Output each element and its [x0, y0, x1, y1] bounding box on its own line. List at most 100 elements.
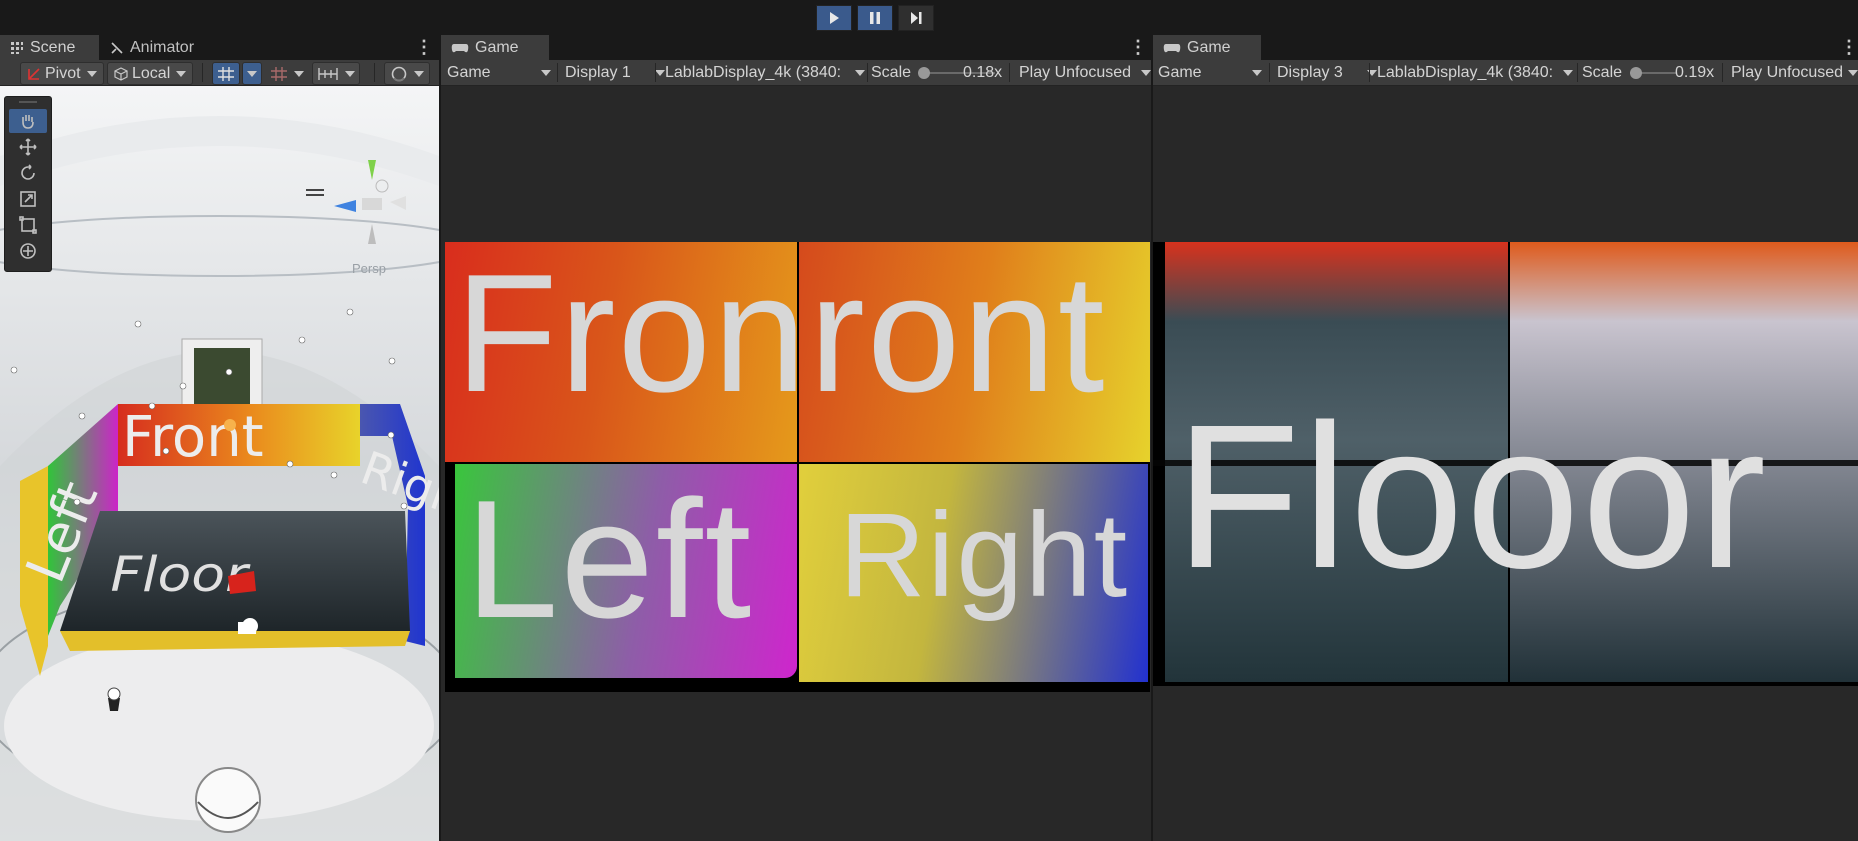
- game1-more-icon[interactable]: ⋮: [1129, 37, 1147, 58]
- gamepad-icon: [451, 43, 469, 52]
- game2-viewport[interactable]: Flooor: [1153, 86, 1858, 841]
- scale-tool[interactable]: [9, 187, 47, 211]
- tab-animator[interactable]: Animator: [100, 35, 204, 60]
- cube-icon: [114, 66, 128, 81]
- orientation-gizmo[interactable]: [330, 158, 410, 248]
- tab-animator-label: Animator: [130, 38, 195, 56]
- rect-tool[interactable]: [9, 213, 47, 237]
- game2-resolution-label: LablabDisplay_4k (3840:: [1377, 63, 1554, 81]
- play-toolbar: [0, 0, 1858, 35]
- increment-snap-icon: [271, 66, 287, 81]
- pivot-dropdown[interactable]: Pivot: [20, 62, 104, 85]
- axis-gizmo-icon: [334, 160, 406, 244]
- game-pane-2: Game ⋮ Game Display 3 LablabDisplay_4k (…: [1153, 35, 1858, 841]
- camera-gizmo-icon: [238, 622, 256, 634]
- game2-display-dropdown[interactable]: Display 3: [1277, 60, 1377, 85]
- rotate-tool[interactable]: [9, 161, 47, 185]
- grid-snap-toggle[interactable]: [212, 62, 240, 85]
- gamepad-icon: [1163, 43, 1181, 52]
- game1-resolution-dropdown[interactable]: LablabDisplay_4k (3840:: [665, 60, 865, 85]
- play-icon: [830, 12, 839, 24]
- game2-scale-slider[interactable]: [1629, 67, 1642, 79]
- align-icon: [318, 67, 338, 80]
- game1-tabstrip: Game ⋮: [441, 35, 1151, 60]
- scene-toolbar: Pivot Local: [0, 60, 439, 86]
- game2-playmode-label: Play Unfocused: [1731, 63, 1844, 81]
- tile-front-right: ront: [799, 242, 1150, 462]
- hand-icon: [22, 115, 34, 129]
- tab-game-2[interactable]: Game: [1153, 35, 1261, 60]
- step-button[interactable]: [898, 5, 934, 31]
- grid-snap-icon: [218, 66, 234, 81]
- tile-right-text: Right: [839, 488, 1130, 622]
- pivot-label: Pivot: [45, 64, 81, 82]
- game2-scale-value: 0.19x: [1675, 63, 1715, 81]
- transform-icon: [20, 243, 36, 259]
- tile-left: Left: [455, 464, 797, 678]
- scene-floor-label: Floor: [110, 547, 250, 603]
- draw-mode-dropdown[interactable]: [384, 62, 430, 85]
- game1-playmode-label: Play Unfocused: [1019, 63, 1132, 81]
- game1-viewport[interactable]: Fron ront Left Right: [441, 86, 1151, 841]
- game1-playmode-dropdown[interactable]: Play Unfocused: [1019, 60, 1151, 85]
- game1-render: Fron ront Left Right: [445, 242, 1150, 692]
- game2-toolbar: Game Display 3 LablabDisplay_4k (3840: S…: [1153, 60, 1858, 86]
- tab-game-1-label: Game: [475, 38, 519, 56]
- game2-resolution-dropdown[interactable]: LablabDisplay_4k (3840:: [1377, 60, 1573, 85]
- scene-pane: Scene Animator ⋮ Pivot Local Front Right…: [0, 35, 439, 841]
- scene-tabstrip: Scene Animator ⋮: [0, 35, 439, 60]
- game2-tabstrip: Game ⋮: [1153, 35, 1858, 60]
- step-icon: [911, 12, 922, 24]
- tile-front-right-text: ront: [809, 242, 1107, 427]
- game1-resolution-label: LablabDisplay_4k (3840:: [665, 63, 842, 81]
- hand-tool[interactable]: [9, 109, 47, 133]
- grid-snap-dropdown[interactable]: [242, 62, 262, 85]
- local-dropdown[interactable]: Local: [107, 62, 194, 85]
- sphere-icon: [391, 66, 407, 82]
- sun-icon: [224, 419, 236, 431]
- align-dropdown[interactable]: [312, 62, 360, 85]
- game2-render: Flooor: [1153, 242, 1858, 686]
- game-pane-1: Game ⋮ Game Display 1 LablabDisplay_4k (…: [441, 35, 1151, 841]
- scene-front-label: Front: [122, 405, 264, 470]
- move-tool[interactable]: [9, 135, 47, 159]
- increment-snap-toggle[interactable]: [265, 62, 309, 85]
- pivot-icon: [28, 67, 40, 80]
- tile-front-left: Fron: [445, 242, 797, 462]
- scene-more-icon[interactable]: ⋮: [415, 37, 433, 58]
- tab-scene[interactable]: Scene: [0, 35, 99, 60]
- tile-front-left-text: Fron: [455, 242, 797, 427]
- game1-scale-value: 0.18x: [963, 63, 1003, 81]
- tab-game-2-label: Game: [1187, 38, 1231, 56]
- tile-right: Right: [799, 464, 1148, 682]
- pause-icon: [870, 12, 880, 24]
- game2-playmode-dropdown[interactable]: Play Unfocused: [1731, 60, 1858, 85]
- move-icon: [19, 138, 37, 156]
- game2-scale-label: Scale: [1582, 63, 1623, 81]
- grid-icon: [11, 41, 23, 54]
- rotate-icon: [21, 164, 35, 180]
- game2-more-icon[interactable]: ⋮: [1840, 37, 1858, 58]
- pause-button[interactable]: [857, 5, 893, 31]
- game1-toolbar: Game Display 1 LablabDisplay_4k (3840: S…: [441, 60, 1151, 86]
- tool-palette: [4, 96, 52, 272]
- play-button[interactable]: [816, 5, 852, 31]
- persp-label[interactable]: Persp: [352, 261, 386, 276]
- game1-mode-dropdown[interactable]: Game: [447, 60, 551, 85]
- scene-viewport[interactable]: Front Right Left Floor Persp: [0, 86, 439, 841]
- game2-mode-dropdown[interactable]: Game: [1158, 60, 1262, 85]
- tab-scene-label: Scene: [30, 38, 76, 56]
- game1-display-dropdown[interactable]: Display 1: [565, 60, 665, 85]
- animator-icon: [111, 41, 123, 54]
- game1-scale-slider[interactable]: [918, 67, 931, 79]
- game1-mode-label: Game: [447, 63, 491, 81]
- scale-icon: [20, 191, 36, 207]
- game1-display-label: Display 1: [565, 63, 631, 81]
- game1-scale-label: Scale: [871, 63, 912, 81]
- transform-tool[interactable]: [9, 239, 47, 263]
- local-label: Local: [132, 64, 171, 82]
- rect-icon: [19, 216, 37, 234]
- tab-game-1[interactable]: Game: [441, 35, 549, 60]
- tile-floor-text: Flooor: [1175, 382, 1769, 611]
- tile-left-text: Left: [465, 465, 754, 653]
